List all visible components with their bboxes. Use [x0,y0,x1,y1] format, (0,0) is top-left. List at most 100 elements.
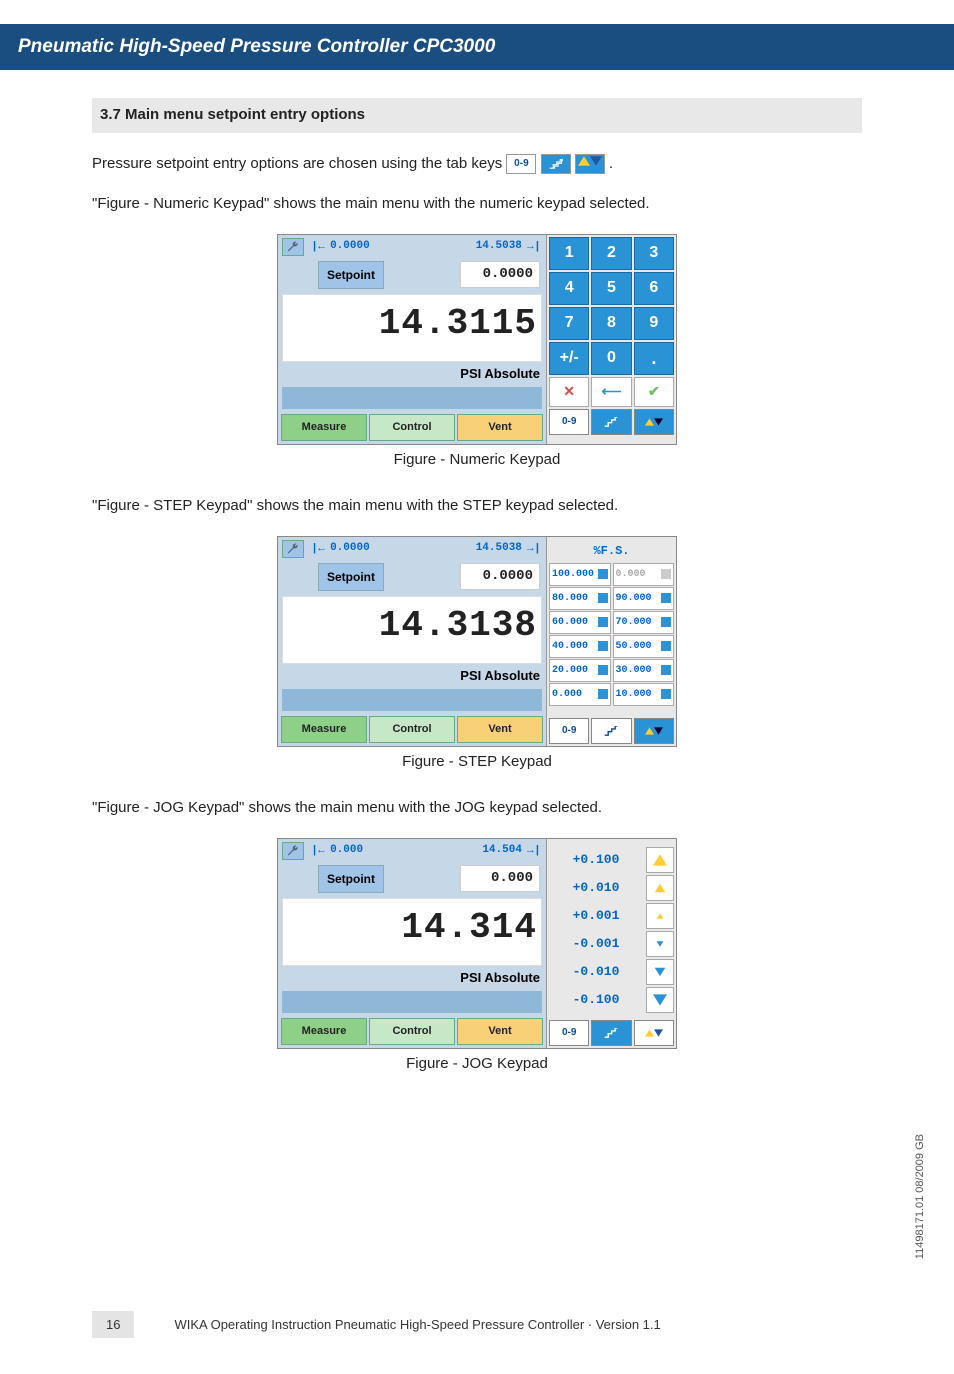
intro-text-after: . [609,155,613,172]
key-0[interactable]: 0 [591,342,631,375]
key-8[interactable]: 8 [591,307,631,340]
step-button[interactable]: 100.000 [549,563,611,586]
tab-jog[interactable] [634,718,674,744]
paragraph-numeric: "Figure - Numeric Keypad" shows the main… [92,193,862,216]
step-pair: 80.00090.000 [549,587,674,610]
measure-button[interactable]: Measure [281,1018,367,1045]
setpoint-button[interactable]: Setpoint [318,865,384,893]
step-button[interactable]: 20.000 [549,659,611,682]
tab-step[interactable] [591,409,631,435]
figure-numeric-keypad: |← 0.0000 14.5038 →| Setpoint 0.0000 14.… [277,234,677,445]
step-button[interactable]: 90.000 [613,587,675,610]
tab-numeric[interactable]: 0-9 [549,1020,589,1046]
jog-row: +0.001 [549,903,674,929]
step-button[interactable]: 40.000 [549,635,611,658]
jog-value: -0.100 [549,990,643,1010]
settings-button[interactable] [282,540,304,558]
wrench-icon [286,542,300,556]
step-icon [604,1028,618,1038]
step-button[interactable]: 70.000 [613,611,675,634]
key-plusminus[interactable]: +/- [549,342,589,375]
step-list: 100.0000.00080.00090.00060.00070.00040.0… [549,563,674,707]
step-button[interactable]: 50.000 [613,635,675,658]
wrench-icon [286,240,300,254]
tab-step[interactable] [591,718,631,744]
range-row: |← 0.0000 14.5038 →| [278,235,546,259]
setpoint-row: Setpoint 0.000 [278,863,546,895]
key-6[interactable]: 6 [634,272,674,305]
step-pair: 60.00070.000 [549,611,674,634]
control-button[interactable]: Control [369,1018,455,1045]
step-icon [604,417,618,427]
step-button[interactable]: 80.000 [549,587,611,610]
vent-button[interactable]: Vent [457,1018,543,1045]
down-triangle-icon [654,418,663,426]
tab-numeric[interactable]: 0-9 [549,409,589,435]
footer-text: WIKA Operating Instruction Pneumatic Hig… [174,1317,660,1332]
setpoint-value: 0.000 [460,865,540,892]
cancel-button[interactable]: ✕ [549,377,589,407]
step-button[interactable]: 60.000 [549,611,611,634]
jog-value: +0.100 [549,850,643,870]
control-button[interactable]: Control [369,414,455,441]
tab-row: 0-9 [549,1020,674,1046]
step-button[interactable]: 10.000 [613,683,675,706]
key-2[interactable]: 2 [591,237,631,270]
step-pair: 100.0000.000 [549,563,674,586]
step-button[interactable]: 0.000 [613,563,675,586]
tab-jog[interactable] [634,409,674,435]
pressure-reading: 14.3138 [287,599,537,653]
device-screen: |← 0.000 14.504 →| Setpoint 0.000 14.314… [278,839,546,1048]
jog-down-button[interactable] [646,987,674,1013]
up-triangle-icon [645,727,654,735]
intro-paragraph: Pressure setpoint entry options are chos… [92,153,862,176]
key-dot[interactable]: . [634,342,674,375]
vent-button[interactable]: Vent [457,716,543,743]
mode-row: Measure Control Vent [278,713,546,746]
setpoint-row: Setpoint 0.0000 [278,259,546,291]
key-7[interactable]: 7 [549,307,589,340]
control-row: ✕ ⟵ ✔ [549,377,674,407]
step-title: %F.S. [549,539,674,563]
tab-step[interactable] [591,1020,631,1046]
measure-button[interactable]: Measure [281,716,367,743]
status-area [282,689,542,711]
jog-up-button[interactable] [646,875,674,901]
jog-value: -0.010 [549,962,643,982]
jog-down-button[interactable] [646,931,674,957]
numeric-grid: 1 2 3 4 5 6 7 8 9 +/- 0 . [549,237,674,375]
range-low: 0.0000 [330,540,370,557]
setpoint-button[interactable]: Setpoint [318,261,384,289]
jog-up-button[interactable] [646,903,674,929]
tab-key-jog-inline [575,154,605,174]
range-arrow-left-icon: |← [313,540,327,557]
range-row: |← 0.000 14.504 →| [278,839,546,863]
measure-button[interactable]: Measure [281,414,367,441]
header-title: Pneumatic High-Speed Pressure Controller… [18,36,495,57]
settings-button[interactable] [282,238,304,256]
key-5[interactable]: 5 [591,272,631,305]
jog-down-button[interactable] [646,959,674,985]
key-3[interactable]: 3 [634,237,674,270]
up-triangle-icon [645,418,654,426]
settings-button[interactable] [282,842,304,860]
device-screen: |← 0.0000 14.5038 →| Setpoint 0.0000 14.… [278,235,546,444]
confirm-button[interactable]: ✔ [634,377,674,407]
key-1[interactable]: 1 [549,237,589,270]
step-button[interactable]: 0.000 [549,683,611,706]
jog-up-button[interactable] [646,847,674,873]
jog-row: -0.100 [549,987,674,1013]
key-4[interactable]: 4 [549,272,589,305]
backspace-button[interactable]: ⟵ [591,377,631,407]
tab-numeric[interactable]: 0-9 [549,718,589,744]
tab-jog[interactable] [634,1020,674,1046]
setpoint-row: Setpoint 0.0000 [278,561,546,593]
key-9[interactable]: 9 [634,307,674,340]
control-button[interactable]: Control [369,716,455,743]
page-number: 16 [92,1311,134,1338]
setpoint-button[interactable]: Setpoint [318,563,384,591]
step-button[interactable]: 30.000 [613,659,675,682]
jog-row: +0.100 [549,847,674,873]
up-triangle-icon [655,883,666,892]
vent-button[interactable]: Vent [457,414,543,441]
